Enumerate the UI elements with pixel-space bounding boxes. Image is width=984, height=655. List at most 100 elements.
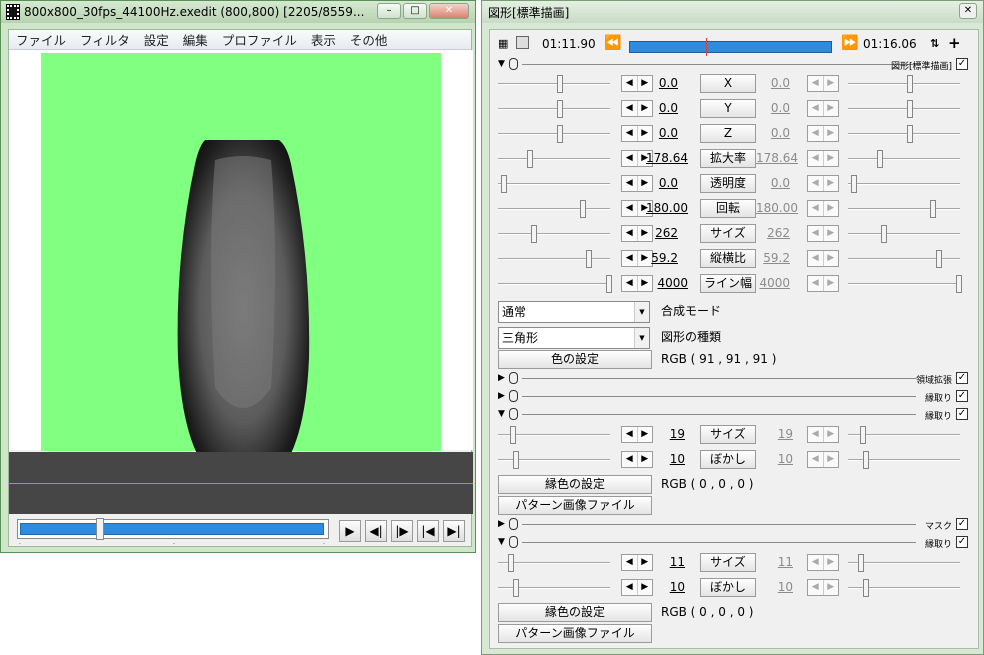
link-icon[interactable]: ⇅ xyxy=(930,37,939,50)
filter-checkbox[interactable]: ✓ xyxy=(956,518,968,530)
slider-thumb[interactable] xyxy=(508,554,514,572)
param-value-end[interactable]: 0.0 xyxy=(748,126,790,140)
param-slider-left[interactable] xyxy=(498,426,610,444)
param-button[interactable]: サイズ xyxy=(700,553,756,572)
prev-frame-button[interactable]: ◀| xyxy=(365,520,387,542)
slider-thumb[interactable] xyxy=(956,275,962,293)
param-spin-right[interactable]: ◀ ▶ xyxy=(807,426,839,443)
slider-thumb[interactable] xyxy=(531,225,537,243)
param-value-start[interactable]: 262 xyxy=(636,226,678,240)
param-value-end[interactable]: 262 xyxy=(748,226,790,240)
menu-settings[interactable]: 設定 xyxy=(137,30,176,49)
slider-thumb[interactable] xyxy=(936,250,942,268)
param-value-end[interactable]: 0.0 xyxy=(748,76,790,90)
param-spin-right[interactable]: ◀ ▶ xyxy=(807,125,839,142)
minimize-button[interactable]: – xyxy=(377,3,401,19)
slider-thumb[interactable] xyxy=(580,200,586,218)
preview-canvas[interactable] xyxy=(41,53,441,489)
slider-thumb[interactable] xyxy=(930,200,936,218)
filter-checkbox[interactable]: ✓ xyxy=(956,408,968,420)
add-icon[interactable]: + xyxy=(948,34,961,52)
go-start-button[interactable]: |◀ xyxy=(417,520,439,542)
slider-thumb[interactable] xyxy=(860,426,866,444)
slider-thumb[interactable] xyxy=(907,125,913,143)
film-strip-icon[interactable]: ▦ xyxy=(498,37,508,50)
chevron-down-icon[interactable]: ▼ xyxy=(634,328,649,348)
param-spin-right[interactable]: ◀ ▶ xyxy=(807,150,839,167)
param-value-end[interactable]: 0.0 xyxy=(748,176,790,190)
param-spin-right[interactable]: ◀ ▶ xyxy=(807,175,839,192)
param-slider-right[interactable] xyxy=(848,426,960,444)
collapse-icon[interactable]: ▼ xyxy=(498,59,505,69)
param-slider-right[interactable] xyxy=(848,150,960,168)
param-value-end[interactable]: 178.64 xyxy=(756,151,798,165)
param-value-start[interactable]: 0.0 xyxy=(636,76,678,90)
slider-thumb[interactable] xyxy=(907,100,913,118)
slider-thumb[interactable] xyxy=(606,275,612,293)
menu-filter[interactable]: フィルタ xyxy=(73,30,137,49)
pattern-file-button[interactable]: パターン画像ファイル xyxy=(498,496,652,515)
param-slider-left[interactable] xyxy=(498,275,612,293)
slider-thumb[interactable] xyxy=(513,451,519,469)
param-value-end[interactable]: 4000 xyxy=(748,276,790,290)
param-slider-right[interactable] xyxy=(848,175,960,193)
slider-thumb[interactable] xyxy=(510,426,516,444)
param-value-end[interactable]: 19 xyxy=(751,427,793,441)
play-button[interactable]: ▶ xyxy=(339,520,361,542)
maximize-button[interactable]: □ xyxy=(403,3,427,19)
param-button[interactable]: 回転 xyxy=(700,199,756,218)
param-spin-right[interactable]: ◀ ▶ xyxy=(807,100,839,117)
param-slider-left[interactable] xyxy=(498,554,610,572)
param-value-start[interactable]: 180.00 xyxy=(646,201,688,215)
menu-file[interactable]: ファイル xyxy=(9,30,73,49)
param-slider-left[interactable] xyxy=(498,100,610,118)
param-slider-left[interactable] xyxy=(498,175,610,193)
slider-thumb[interactable] xyxy=(907,75,913,93)
param-button[interactable]: 拡大率 xyxy=(700,149,756,168)
param-value-start[interactable]: 59.2 xyxy=(636,251,678,265)
slider-thumb[interactable] xyxy=(527,150,533,168)
param-spin-right[interactable]: ◀ ▶ xyxy=(807,75,839,92)
param-slider-right[interactable] xyxy=(848,275,962,293)
param-value-start[interactable]: 11 xyxy=(643,555,685,569)
param-value-start[interactable]: 10 xyxy=(643,452,685,466)
slider-thumb[interactable] xyxy=(586,250,592,268)
collapse-icon[interactable]: ▼ xyxy=(498,409,505,419)
object-titlebar[interactable]: 図形[標準描画] xyxy=(482,1,983,23)
color-setting-button[interactable]: 色の設定 xyxy=(498,350,652,369)
seek-bar[interactable] xyxy=(17,518,329,540)
rewind-icon[interactable]: ⏪ xyxy=(604,35,621,51)
param-spin-right[interactable]: ◀ ▶ xyxy=(807,250,839,267)
edge-color-button[interactable]: 縁色の設定 xyxy=(498,603,652,622)
param-slider-left[interactable] xyxy=(498,125,610,143)
time-cursor[interactable] xyxy=(706,38,707,56)
param-spin-right[interactable]: ◀ ▶ xyxy=(807,200,839,217)
param-spin-right[interactable]: ◀ ▶ xyxy=(807,579,839,596)
expand-icon[interactable]: ▶ xyxy=(498,391,505,401)
param-slider-left[interactable] xyxy=(498,579,610,597)
param-value-end[interactable]: 10 xyxy=(751,580,793,594)
timeline-area[interactable] xyxy=(9,452,473,514)
param-value-end[interactable]: 59.2 xyxy=(748,251,790,265)
expand-icon[interactable]: ▶ xyxy=(498,373,505,383)
menu-other[interactable]: その他 xyxy=(343,30,395,49)
slider-thumb[interactable] xyxy=(863,451,869,469)
param-value-start[interactable]: 0.0 xyxy=(636,176,678,190)
preview-area[interactable] xyxy=(9,50,473,489)
param-value-start[interactable]: 4000 xyxy=(646,276,688,290)
menu-profile[interactable]: プロファイル xyxy=(215,30,304,49)
param-slider-right[interactable] xyxy=(848,75,960,93)
blend-mode-select[interactable]: 通常 ▼ xyxy=(498,301,650,323)
param-spin-right[interactable]: ◀ ▶ xyxy=(807,554,839,571)
section-checkbox[interactable]: ✓ xyxy=(956,58,968,70)
param-slider-right[interactable] xyxy=(848,579,960,597)
param-slider-right[interactable] xyxy=(848,225,960,243)
param-slider-right[interactable] xyxy=(848,250,960,268)
slider-thumb[interactable] xyxy=(557,100,563,118)
slider-thumb[interactable] xyxy=(501,175,507,193)
param-value-end[interactable]: 11 xyxy=(751,555,793,569)
menu-view[interactable]: 表示 xyxy=(304,30,343,49)
slider-thumb[interactable] xyxy=(863,579,869,597)
slider-thumb[interactable] xyxy=(557,75,563,93)
time-range-bar[interactable] xyxy=(629,38,832,56)
